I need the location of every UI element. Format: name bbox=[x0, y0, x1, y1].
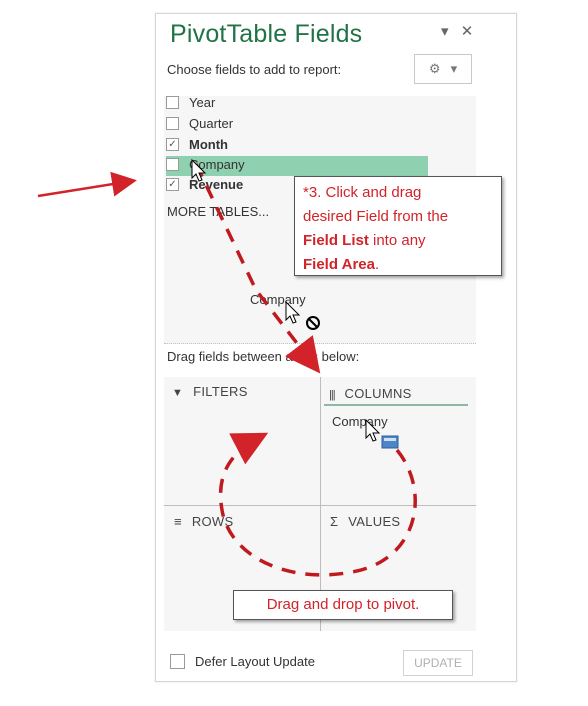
callout-line-4-rest: . bbox=[374, 256, 380, 273]
area-divider-horizontal bbox=[164, 505, 476, 506]
field-label-year: Year bbox=[189, 94, 216, 110]
columns-area-header[interactable]: ||| COLUMNS bbox=[329, 386, 412, 401]
annotation-callout-drag-drop: Drag and drop to pivot. bbox=[233, 590, 453, 620]
field-item-revenue[interactable]: ✓ Revenue bbox=[166, 175, 243, 193]
field-item-month[interactable]: ✓ Month bbox=[166, 135, 228, 153]
field-checkbox-company[interactable] bbox=[166, 157, 179, 171]
field-label-quarter: Quarter bbox=[189, 115, 234, 131]
callout-line-4: Field Area. bbox=[303, 253, 501, 277]
field-item-quarter[interactable]: Quarter bbox=[166, 114, 233, 132]
values-area-header[interactable]: Σ VALUES bbox=[330, 514, 400, 529]
field-checkbox-month[interactable]: ✓ bbox=[166, 137, 179, 151]
values-area-label: VALUES bbox=[348, 514, 401, 529]
columns-icon: ||| bbox=[329, 389, 336, 401]
field-checkbox-revenue[interactable]: ✓ bbox=[166, 177, 179, 191]
defer-layout-label: Defer Layout Update bbox=[195, 654, 315, 669]
filter-icon: ▼ bbox=[172, 387, 184, 399]
defer-layout-checkbox[interactable] bbox=[170, 654, 185, 669]
rows-area-label: ROWS bbox=[191, 514, 234, 529]
section-divider bbox=[164, 343, 476, 344]
more-tables-link[interactable]: MORE TABLES... bbox=[167, 204, 269, 219]
tools-button[interactable]: ⚙ ▾ bbox=[414, 54, 472, 84]
field-label-month: Month bbox=[189, 136, 228, 152]
callout-emphasis-field-area: Field Area bbox=[303, 256, 375, 273]
field-item-year[interactable]: Year bbox=[166, 93, 215, 111]
choose-fields-label: Choose fields to add to report: bbox=[167, 62, 342, 77]
filters-area-label: FILTERS bbox=[193, 384, 248, 399]
defer-layout-update[interactable]: Defer Layout Update bbox=[170, 654, 315, 669]
field-item-company[interactable]: Company bbox=[166, 155, 245, 173]
callout-line-1: *3. Click and drag bbox=[303, 184, 422, 201]
callout-line-3: Field List into any bbox=[303, 229, 501, 253]
pointer-arrow-icon bbox=[37, 171, 137, 198]
rows-area-header[interactable]: ≡ ROWS bbox=[174, 514, 233, 529]
columns-area-label: COLUMNS bbox=[344, 386, 412, 401]
field-checkbox-quarter[interactable] bbox=[166, 116, 179, 130]
update-button[interactable]: UPDATE bbox=[403, 650, 473, 676]
field-label-company: Company bbox=[189, 156, 245, 172]
callout-emphasis-field-list: Field List bbox=[303, 232, 369, 249]
sigma-icon: Σ bbox=[330, 514, 339, 529]
columns-field-company[interactable]: Company bbox=[332, 414, 388, 429]
drag-ghost-label: Company bbox=[250, 292, 306, 307]
close-icon[interactable]: ✕ bbox=[461, 23, 474, 40]
pane-header-controls: ▾ ✕ bbox=[441, 22, 481, 40]
filters-area-header[interactable]: ▼ FILTERS bbox=[172, 384, 248, 399]
annotation-callout-click-drag: *3. Click and drag desired Field from th… bbox=[294, 176, 502, 276]
drag-instruction-label: Drag fields between areas below: bbox=[167, 349, 360, 364]
rows-icon: ≡ bbox=[174, 514, 182, 529]
columns-area-underline bbox=[324, 404, 468, 406]
chevron-down-icon: ▾ bbox=[450, 61, 458, 76]
callout-line-2: desired Field from the bbox=[303, 208, 449, 225]
pane-options-dropdown-icon[interactable]: ▾ bbox=[441, 23, 449, 40]
callout-line-3-rest: into any bbox=[368, 232, 426, 249]
pane-title: PivotTable Fields bbox=[170, 20, 363, 48]
field-label-revenue: Revenue bbox=[189, 176, 244, 192]
gear-icon: ⚙ bbox=[428, 61, 441, 76]
field-checkbox-year[interactable] bbox=[166, 95, 179, 109]
